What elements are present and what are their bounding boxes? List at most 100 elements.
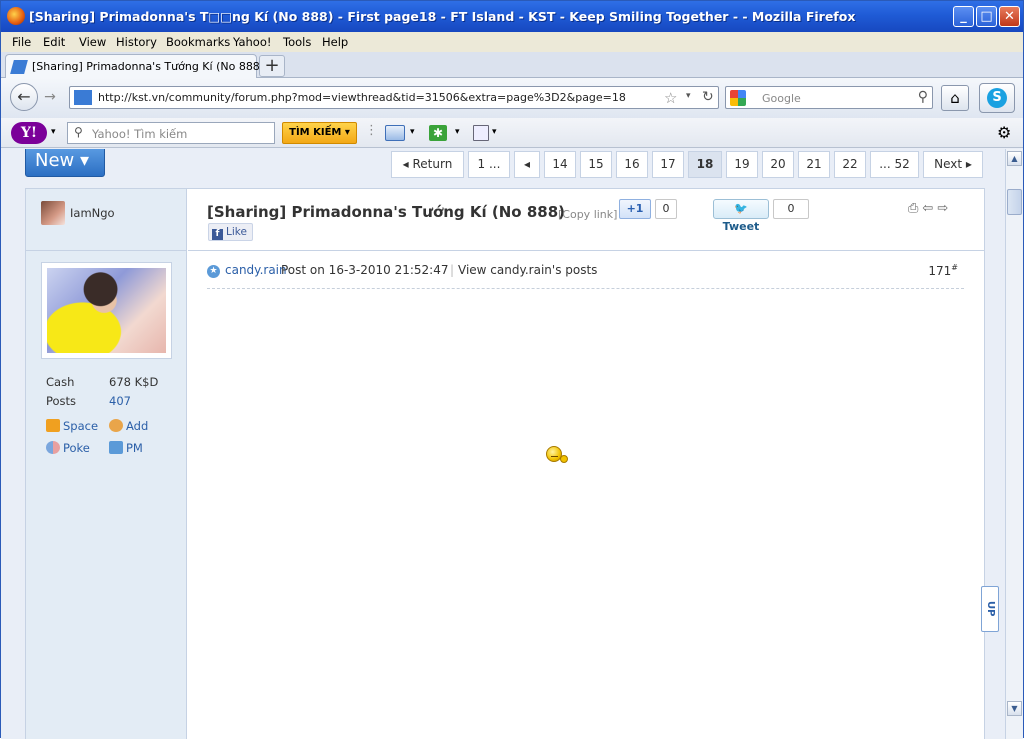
thread-header: [Sharing] Primadonna's Tướng Kí (No 888)… [188,189,984,251]
gear-icon[interactable]: ⚙ [997,123,1011,142]
search-bar[interactable]: Google ⚲ [725,86,933,109]
google-plus-one-button[interactable]: +1 [619,199,651,219]
author-sidebar: IamNgo Cash 678 K$D Posts 407 Space Add … [26,189,187,739]
pager-page[interactable]: 16 [616,151,648,178]
scroll-up-arrow-icon[interactable]: ▲ [1007,151,1022,166]
mail-icon[interactable] [385,125,405,141]
url-text[interactable]: http://kst.vn/community/forum.php?mod=vi… [98,91,626,104]
print-icon[interactable]: ⎙ [908,201,922,216]
pager-page[interactable]: 19 [726,151,758,178]
post-author-link[interactable]: candy.rain [225,263,287,277]
tweet-count: 0 [773,199,809,219]
google-plus-count: 0 [655,199,677,219]
author-avatar[interactable] [41,262,172,359]
previous-thread-icon[interactable]: ⇦ [922,201,937,216]
pager-first[interactable]: 1 ... [468,151,510,178]
skype-icon: S [987,88,1007,108]
facebook-like-button[interactable]: f Like [208,223,253,241]
pages-icon[interactable] [473,125,489,141]
close-button[interactable]: ✕ [999,6,1020,27]
poke-link[interactable]: Poke [46,441,90,455]
pager-page[interactable]: 15 [580,151,612,178]
menu-help[interactable]: Help [322,35,348,49]
search-placeholder[interactable]: Google [762,92,801,105]
firefox-icon [7,7,25,25]
site-identity-icon[interactable] [74,90,92,105]
menu-history[interactable]: History [116,35,157,49]
yahoo-dropdown-icon[interactable]: ▾ [51,127,56,137]
pager-last[interactable]: ... 52 [870,151,919,178]
copy-link[interactable]: [Copy link] [558,208,617,221]
url-dropdown-icon[interactable]: ▾ [686,91,691,101]
space-label: Space [63,419,99,433]
avatar-image [47,268,166,353]
messenger-dropdown-icon[interactable]: ▾ [455,127,460,143]
tweet-button[interactable]: 🐦 Tweet [713,199,769,233]
toolbar-separator-icon: ⋮ [365,123,378,138]
author-mini-avatar[interactable] [41,201,65,225]
stat-posts-value[interactable]: 407 [109,394,131,408]
scroll-down-arrow-icon[interactable]: ▼ [1007,701,1022,716]
poke-label: Poke [63,441,90,455]
messenger-icon[interactable]: ✱ [429,125,447,141]
google-icon[interactable] [730,90,746,106]
add-friend-link[interactable]: Add [109,419,148,433]
mail-dropdown-icon[interactable]: ▾ [410,127,415,143]
pager-prev[interactable]: ◂ [514,151,540,178]
reload-icon[interactable]: ↻ [702,89,714,105]
title-bar: [Sharing] Primadonna's T□□ng Kí (No 888)… [1,1,1023,32]
pager-current-page: 18 [688,151,722,178]
url-bar[interactable]: http://kst.vn/community/forum.php?mod=vi… [69,86,719,109]
new-tab-button[interactable]: + [259,55,285,77]
stat-cash-value: 678 K$D [109,375,159,389]
menu-tools[interactable]: Tools [283,35,311,49]
navigation-bar: ← → http://kst.vn/community/forum.php?mo… [1,78,1023,118]
vertical-scrollbar[interactable]: ▲ ▼ [1005,149,1023,739]
thread-tools: ⎙⇦⇨ [908,201,952,216]
maximize-button[interactable]: □ [976,6,997,27]
menu-view[interactable]: View [79,35,106,49]
tab-active[interactable]: [Sharing] Primadonna's Tướng Kí (No 888)… [5,54,286,78]
pager-next[interactable]: Next ▸ [923,151,983,178]
stat-cash-label: Cash [46,375,75,389]
pages-dropdown-icon[interactable]: ▾ [492,127,497,143]
view-author-posts-link[interactable]: View candy.rain's posts [458,263,597,277]
next-thread-icon[interactable]: ⇨ [937,201,952,216]
window-title: [Sharing] Primadonna's T□□ng Kí (No 888)… [29,9,856,24]
author-name[interactable]: IamNgo [70,206,115,220]
bookmark-star-icon[interactable]: ☆ [664,89,677,107]
pager-return[interactable]: ◂ Return [391,151,464,178]
minimize-button[interactable]: _ [953,6,974,27]
new-thread-button[interactable]: New ▾ [25,149,105,177]
meta-separator: | [450,263,455,277]
home-button[interactable]: ⌂ [941,85,969,111]
forward-button[interactable]: → [39,87,61,107]
space-link[interactable]: Space [46,419,98,433]
pager-page[interactable]: 14 [544,151,576,178]
menu-bar: File Edit View History Bookmarks Yahoo! … [1,32,1023,52]
back-to-top-button[interactable]: UP [981,586,999,632]
online-status-icon: ★ [207,265,220,278]
skype-button[interactable]: S [979,83,1015,113]
pager-page[interactable]: 21 [798,151,830,178]
menu-file[interactable]: File [12,35,31,49]
pm-link[interactable]: PM [109,441,143,455]
yahoo-search-placeholder[interactable]: Yahoo! Tìm kiếm [92,127,187,141]
pager-page[interactable]: 22 [834,151,866,178]
firefox-window: [Sharing] Primadonna's T□□ng Kí (No 888)… [0,0,1024,739]
yahoo-logo[interactable]: Y! [11,122,47,144]
post-floor-number[interactable]: 171# [928,263,958,278]
menu-bookmarks[interactable]: Bookmarks [166,35,230,49]
menu-edit[interactable]: Edit [43,35,65,49]
back-button[interactable]: ← [10,83,38,111]
pager-page[interactable]: 20 [762,151,794,178]
yahoo-search-input[interactable]: ⚲ Yahoo! Tìm kiếm [67,122,275,144]
yahoo-search-button[interactable]: TÌM KIẾM ▾ [282,122,357,144]
like-label: Like [226,226,247,238]
search-magnifier-icon[interactable]: ⚲ [918,89,928,105]
pager-page[interactable]: 17 [652,151,684,178]
handshake-icon [109,419,123,432]
menu-yahoo[interactable]: Yahoo! [233,35,271,49]
scrollbar-thumb[interactable] [1007,189,1022,215]
envelope-icon [109,441,123,454]
